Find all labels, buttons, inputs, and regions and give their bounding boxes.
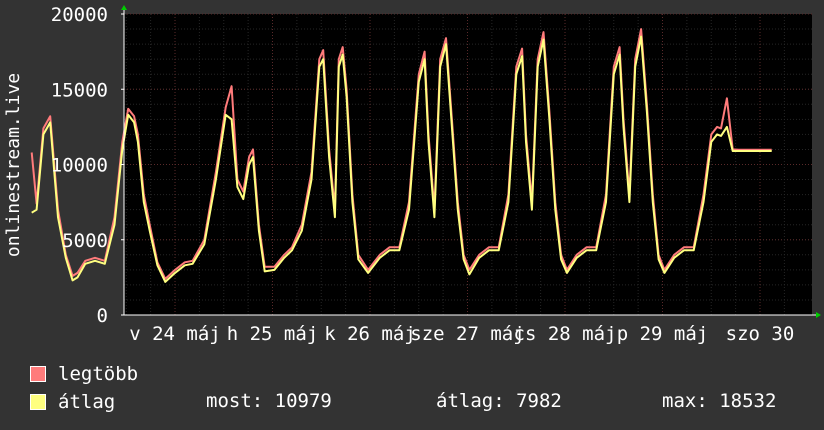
y-axis-label: onlinestream.live bbox=[3, 73, 24, 257]
stat-now: most: 10979 bbox=[206, 390, 332, 412]
y-tick-label: 20000 bbox=[51, 4, 108, 26]
legend-swatch-max bbox=[30, 366, 46, 382]
legend-label-avg: átlag bbox=[58, 391, 116, 413]
y-tick-label: 10000 bbox=[51, 155, 108, 177]
x-axis-arrow bbox=[816, 312, 821, 318]
y-tick-label: 5000 bbox=[62, 230, 108, 252]
x-tick-label: sze 27 máj bbox=[410, 323, 524, 345]
legend-item-max: legtöbb bbox=[30, 362, 138, 386]
x-tick-label: v 24 máj bbox=[129, 323, 221, 345]
legend-label-max: legtöbb bbox=[58, 363, 139, 385]
x-tick-labels: v 24 máj h 25 máj k 26 májsze 27 májcs 28 … bbox=[129, 323, 794, 345]
x-tick-label: szo 30 bbox=[726, 323, 795, 345]
x-tick-label: h 25 máj bbox=[227, 323, 319, 345]
stat-avg: átlag: 7982 bbox=[436, 390, 562, 412]
legend-item-avg: átlag bbox=[30, 390, 115, 414]
legend-swatch-avg bbox=[30, 394, 46, 410]
y-tick-label: 0 bbox=[97, 305, 108, 327]
y-tick-labels: 0 5000 10000 15000 20000 bbox=[51, 4, 108, 327]
y-tick-label: 15000 bbox=[51, 79, 108, 101]
y-axis-arrow bbox=[121, 5, 127, 10]
x-tick-label: p 29 máj bbox=[617, 323, 709, 345]
stat-max: max: 18532 bbox=[662, 390, 777, 412]
x-tick-label: cs 28 máj bbox=[514, 323, 617, 345]
x-tick-label: k 26 máj bbox=[324, 323, 416, 345]
